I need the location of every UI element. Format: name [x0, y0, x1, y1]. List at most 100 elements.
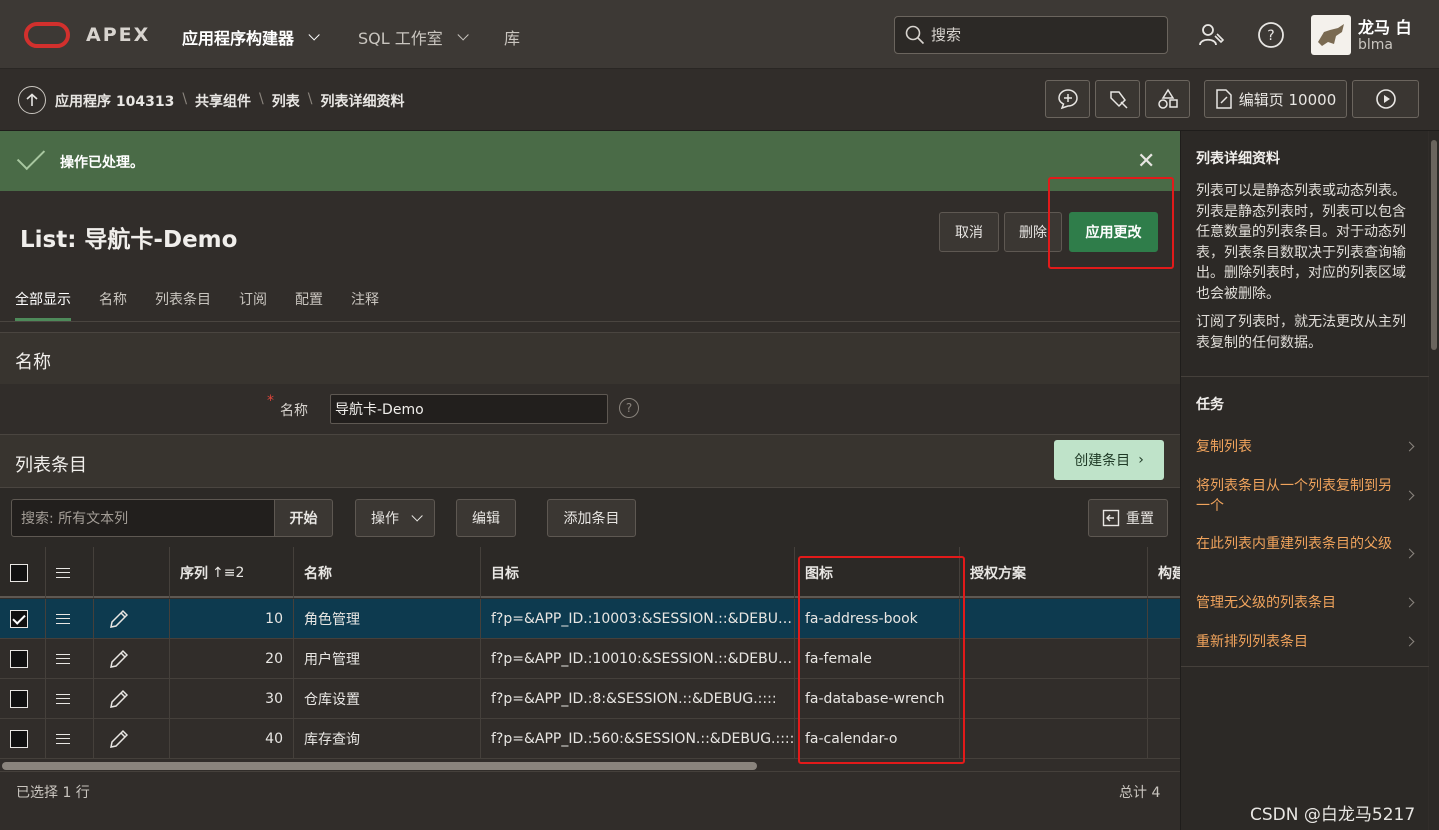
row-checkbox[interactable] — [10, 730, 28, 748]
table-row[interactable]: 10 角色管理 f?p=&APP_ID.:10003:&SESSION.::&D… — [0, 599, 1180, 639]
help-icon[interactable]: ? — [1256, 20, 1286, 50]
shared-components-button[interactable] — [1145, 80, 1190, 118]
column-header-build[interactable]: 构建 — [1147, 547, 1180, 598]
row-select[interactable] — [0, 679, 45, 719]
breadcrumb-current: 列表详细资料 — [320, 94, 405, 110]
cell-auth[interactable] — [959, 639, 1147, 679]
pin-button[interactable] — [1095, 80, 1140, 118]
tab-show-all[interactable]: 全部显示 — [15, 289, 71, 321]
avatar[interactable] — [1311, 15, 1351, 55]
cell-auth[interactable] — [959, 719, 1147, 759]
comment-plus-icon — [1057, 89, 1078, 110]
user-name[interactable]: 龙马 白 — [1358, 14, 1412, 38]
reset-icon — [1102, 509, 1120, 527]
user-settings-icon[interactable] — [1196, 20, 1226, 50]
column-header-name[interactable]: 名称 — [293, 547, 480, 598]
row-actions-header[interactable] — [45, 547, 93, 598]
cancel-button[interactable]: 取消 — [939, 212, 999, 252]
cell-auth[interactable] — [959, 599, 1147, 639]
cell-name[interactable]: 角色管理 — [293, 599, 480, 639]
row-select[interactable] — [0, 599, 45, 639]
row-select[interactable] — [0, 639, 45, 679]
cell-auth[interactable] — [959, 679, 1147, 719]
cell-seq[interactable]: 20 — [169, 639, 293, 679]
cell-seq[interactable]: 30 — [169, 679, 293, 719]
tab-comments[interactable]: 注释 — [351, 289, 379, 321]
close-icon[interactable]: ✕ — [1137, 149, 1155, 174]
breadcrumb-shared-components[interactable]: 共享组件 — [195, 91, 251, 111]
table-row[interactable]: 30 仓库设置 f?p=&APP_ID.:8:&SESSION.::&DEBUG… — [0, 679, 1180, 719]
vertical-scrollbar-thumb[interactable] — [1431, 140, 1437, 350]
comment-button[interactable] — [1045, 80, 1090, 118]
task-reorder-entries[interactable]: 重新排列列表条目 — [1196, 632, 1396, 652]
column-header-target[interactable]: 目标 — [480, 547, 794, 598]
nav-app-builder[interactable]: 应用程序构建器 — [182, 25, 320, 49]
row-checkbox[interactable] — [10, 610, 28, 628]
horizontal-scrollbar[interactable] — [2, 762, 757, 770]
cell-name[interactable]: 库存查询 — [293, 719, 480, 759]
cell-target[interactable]: f?p=&APP_ID.:560:&SESSION.::&DEBUG.:::: — [480, 719, 794, 759]
edit-row-link[interactable] — [93, 719, 169, 759]
cell-seq[interactable]: 40 — [169, 719, 293, 759]
task-reparent-entries[interactable]: 在此列表内重建列表条目的父级 — [1196, 534, 1396, 554]
tab-subscription[interactable]: 订阅 — [239, 289, 267, 321]
cell-target[interactable]: f?p=&APP_ID.:8:&SESSION.::&DEBUG.:::: — [480, 679, 794, 719]
grid-footer — [0, 771, 1180, 813]
tab-configuration[interactable]: 配置 — [295, 289, 323, 321]
task-copy-entries[interactable]: 将列表条目从一个列表复制到另一个 — [1196, 476, 1396, 516]
row-menu[interactable] — [45, 599, 93, 639]
oracle-logo[interactable] — [24, 22, 70, 48]
help-icon[interactable]: ? — [619, 398, 639, 418]
row-checkbox[interactable] — [10, 690, 28, 708]
cell-build[interactable] — [1147, 719, 1180, 759]
nav-sql-workshop[interactable]: SQL 工作室 — [358, 25, 469, 49]
select-all-header[interactable] — [0, 547, 45, 598]
breadcrumb-lists[interactable]: 列表 — [272, 91, 300, 111]
row-menu[interactable] — [45, 639, 93, 679]
name-field[interactable]: 导航卡-Demo — [330, 394, 608, 424]
cell-name[interactable]: 仓库设置 — [293, 679, 480, 719]
table-row[interactable]: 20 用户管理 f?p=&APP_ID.:10010:&SESSION.::&D… — [0, 639, 1180, 679]
cell-build[interactable] — [1147, 639, 1180, 679]
cell-target[interactable]: f?p=&APP_ID.:10003:&SESSION.::&DEBU… — [480, 599, 794, 639]
create-entry-button[interactable]: 创建条目 › — [1054, 440, 1164, 480]
search-input[interactable] — [931, 26, 1151, 44]
tab-name[interactable]: 名称 — [99, 289, 127, 321]
grid-search-input[interactable]: 搜索: 所有文本列 — [11, 499, 275, 537]
cell-seq[interactable]: 10 — [169, 599, 293, 639]
cell-build[interactable] — [1147, 599, 1180, 639]
edit-row-link[interactable] — [93, 679, 169, 719]
column-header-seq[interactable]: 序列 ↑≡2 — [169, 547, 293, 598]
task-manage-orphans[interactable]: 管理无父级的列表条目 — [1196, 593, 1396, 613]
edit-row-link[interactable] — [93, 639, 169, 679]
cell-name[interactable]: 用户管理 — [293, 639, 480, 679]
chevron-down-icon — [457, 29, 469, 41]
edit-page-button[interactable]: 编辑页 10000 — [1204, 80, 1347, 118]
breadcrumb-app[interactable]: 应用程序 104313 — [55, 91, 174, 111]
go-button[interactable]: 开始 — [274, 499, 333, 537]
brand-name[interactable]: APEX — [86, 24, 150, 46]
add-row-button[interactable]: 添加条目 — [547, 499, 636, 537]
run-page-button[interactable] — [1352, 80, 1419, 118]
up-arrow-icon[interactable] — [18, 86, 46, 114]
row-menu[interactable] — [45, 719, 93, 759]
select-all-checkbox[interactable] — [10, 563, 28, 582]
edit-row-link[interactable] — [93, 599, 169, 639]
row-checkbox[interactable] — [10, 650, 28, 668]
chevron-down-icon — [411, 510, 423, 522]
cell-target[interactable]: f?p=&APP_ID.:10010:&SESSION.::&DEBU… — [480, 639, 794, 679]
row-select[interactable] — [0, 719, 45, 759]
edit-grid-button[interactable]: 编辑 — [456, 499, 516, 537]
grid-header: 序列 ↑≡2 名称 目标 图标 授权方案 构建 — [0, 547, 1180, 598]
actions-menu-button[interactable]: 操作 — [355, 499, 435, 537]
table-row[interactable]: 40 库存查询 f?p=&APP_ID.:560:&SESSION.::&DEB… — [0, 719, 1180, 759]
task-copy-list[interactable]: 复制列表 — [1196, 437, 1396, 457]
column-header-auth[interactable]: 授权方案 — [959, 547, 1147, 598]
reset-button[interactable]: 重置 — [1088, 499, 1168, 537]
nav-gallery[interactable]: 库 — [504, 25, 520, 49]
tab-list-entries[interactable]: 列表条目 — [155, 289, 211, 321]
global-search[interactable] — [894, 16, 1168, 54]
cell-build[interactable] — [1147, 679, 1180, 719]
row-menu[interactable] — [45, 679, 93, 719]
top-navigation-bar: APEX 应用程序构建器 SQL 工作室 库 ? 龙马 白 blma — [0, 0, 1439, 69]
